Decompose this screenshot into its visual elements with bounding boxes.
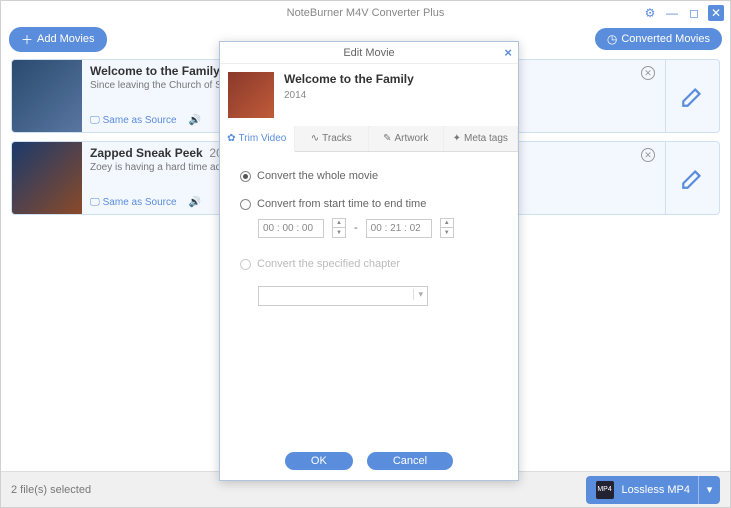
titlebar: NoteBurner M4V Converter Plus ⚙ — ◻ ✕ <box>1 1 730 25</box>
resolution-icon: 🖵 Same as Source <box>90 197 177 208</box>
add-movies-label: Add Movies <box>37 33 94 45</box>
chevron-up-icon: ▲ <box>333 219 345 228</box>
dialog-movie-year: 2014 <box>284 90 414 101</box>
resolution-icon: 🖵 Same as Source <box>90 115 177 126</box>
dialog-body: Convert the whole movie Convert from sta… <box>220 152 518 324</box>
chapter-select[interactable] <box>258 286 428 306</box>
dialog-thumbnail <box>228 72 274 118</box>
app-title: NoteBurner M4V Converter Plus <box>287 7 445 19</box>
option-label: Convert the specified chapter <box>257 258 400 270</box>
option-time-range[interactable]: Convert from start time to end time <box>240 198 498 210</box>
audio-icon: 🔊 <box>189 197 201 208</box>
edit-movie-dialog: Edit Movie × Welcome to the Family 2014 … <box>219 41 519 481</box>
add-movies-button[interactable]: ＋ Add Movies <box>9 27 107 52</box>
end-time-input[interactable]: 00 : 21 : 02 <box>366 219 432 238</box>
tab-trim-video[interactable]: ✿Trim Video <box>220 126 295 152</box>
option-label: Convert from start time to end time <box>257 198 426 210</box>
clock-icon: ◷ <box>607 32 617 46</box>
status-text: 2 file(s) selected <box>11 484 91 496</box>
end-time-spinner[interactable]: ▲▼ <box>440 218 454 238</box>
time-separator: - <box>354 222 358 234</box>
start-time-input[interactable]: 00 : 00 : 00 <box>258 219 324 238</box>
converted-movies-label: Converted Movies <box>621 33 710 45</box>
edit-button[interactable] <box>665 142 719 214</box>
pencil-icon <box>680 83 706 109</box>
tab-tracks[interactable]: ∿Tracks <box>295 126 370 151</box>
start-time-spinner[interactable]: ▲▼ <box>332 218 346 238</box>
movie-thumbnail <box>12 60 82 132</box>
tab-artwork[interactable]: ✎Artwork <box>369 126 444 151</box>
tab-meta-tags[interactable]: ✦Meta tags <box>444 126 519 151</box>
palette-icon: ✎ <box>383 133 391 144</box>
tag-icon: ✦ <box>453 133 461 144</box>
dialog-tabs: ✿Trim Video ∿Tracks ✎Artwork ✦Meta tags <box>220 126 518 152</box>
output-format-button[interactable]: MP4 Lossless MP4 ▾ <box>586 476 720 504</box>
gear-icon: ✿ <box>227 133 235 144</box>
movie-thumbnail <box>12 142 82 214</box>
dialog-title: Edit Movie <box>343 47 394 59</box>
remove-icon[interactable]: ✕ <box>641 148 655 162</box>
format-label: Lossless MP4 <box>622 484 690 496</box>
radio-icon[interactable] <box>240 199 251 210</box>
option-chapter: Convert the specified chapter <box>240 258 498 270</box>
edit-button[interactable] <box>665 60 719 132</box>
dialog-titlebar: Edit Movie × <box>220 42 518 64</box>
chevron-down-icon: ▼ <box>333 228 345 237</box>
option-whole-movie[interactable]: Convert the whole movie <box>240 170 498 182</box>
audio-icon: 🔊 <box>189 115 201 126</box>
mp4-icon: MP4 <box>596 481 614 499</box>
settings-icon[interactable]: ⚙ <box>642 5 658 21</box>
close-icon[interactable]: ✕ <box>708 5 724 21</box>
maximize-icon[interactable]: ◻ <box>686 5 702 21</box>
chevron-up-icon: ▲ <box>441 219 453 228</box>
ok-button[interactable]: OK <box>285 452 353 470</box>
minimize-icon[interactable]: — <box>664 5 680 21</box>
dialog-movie-title: Welcome to the Family <box>284 72 414 86</box>
cancel-button[interactable]: Cancel <box>367 452 453 470</box>
chevron-down-icon: ▼ <box>441 228 453 237</box>
radio-icon[interactable] <box>240 171 251 182</box>
radio-icon <box>240 259 251 270</box>
plus-icon: ＋ <box>21 31 33 48</box>
remove-icon[interactable]: ✕ <box>641 66 655 80</box>
option-label: Convert the whole movie <box>257 170 378 182</box>
converted-movies-button[interactable]: ◷ Converted Movies <box>595 28 722 50</box>
waveform-icon: ∿ <box>311 133 319 144</box>
dialog-close-icon[interactable]: × <box>504 45 512 60</box>
chevron-down-icon[interactable]: ▾ <box>698 476 720 504</box>
pencil-icon <box>680 165 706 191</box>
